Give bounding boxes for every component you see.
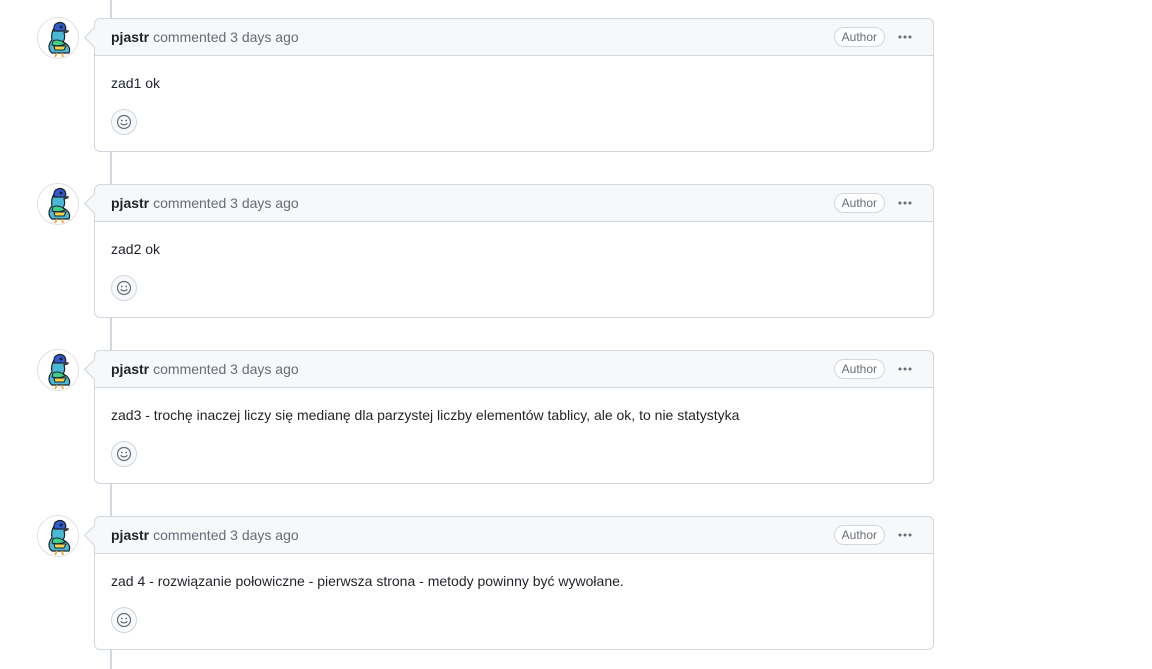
- timeline-comment: pjastr commented 3 days ago Author zad2 …: [0, 184, 1152, 318]
- add-reaction-button[interactable]: [111, 275, 137, 301]
- smiley-icon: [116, 280, 132, 296]
- pigeon-avatar-icon: [38, 184, 78, 224]
- comment-body: zad2 ok: [111, 241, 161, 257]
- comment-header: pjastr commented 3 days ago Author: [95, 185, 933, 222]
- avatar[interactable]: [38, 184, 78, 224]
- comment-timestamp[interactable]: commented 3 days ago: [153, 527, 299, 543]
- kebab-horizontal-icon: [898, 35, 912, 39]
- comment-card: pjastr commented 3 days ago Author zad 4…: [83, 516, 934, 650]
- comment-body: zad3 - trochę inaczej liczy się medianę …: [111, 407, 740, 423]
- smiley-icon: [116, 612, 132, 628]
- comment-timestamp[interactable]: commented 3 days ago: [153, 29, 299, 45]
- comment-card: pjastr commented 3 days ago Author zad2 …: [83, 184, 934, 318]
- comment-header: pjastr commented 3 days ago Author: [95, 351, 933, 388]
- timeline-comment: pjastr commented 3 days ago Author zad 4…: [0, 516, 1152, 650]
- smiley-icon: [116, 114, 132, 130]
- author-badge: Author: [833, 193, 885, 213]
- comment-timestamp[interactable]: commented 3 days ago: [153, 361, 299, 377]
- kebab-horizontal-icon: [898, 533, 912, 537]
- timeline-comment: pjastr commented 3 days ago Author zad3 …: [0, 350, 1152, 484]
- author-badge: Author: [833, 27, 885, 47]
- comment-author-link[interactable]: pjastr: [111, 29, 149, 45]
- pigeon-avatar-icon: [38, 350, 78, 390]
- comment-body: zad 4 - rozwiązanie połowiczne - pierwsz…: [111, 573, 624, 589]
- comment-timestamp[interactable]: commented 3 days ago: [153, 195, 299, 211]
- add-reaction-button[interactable]: [111, 441, 137, 467]
- comment-options-button[interactable]: [893, 358, 917, 380]
- comment-header: pjastr commented 3 days ago Author: [95, 517, 933, 554]
- avatar[interactable]: [38, 18, 78, 58]
- add-reaction-button[interactable]: [111, 607, 137, 633]
- kebab-horizontal-icon: [898, 201, 912, 205]
- comment-body: zad1 ok: [111, 75, 161, 91]
- comment-card: pjastr commented 3 days ago Author zad3 …: [83, 350, 934, 484]
- author-badge: Author: [833, 359, 885, 379]
- add-reaction-button[interactable]: [111, 109, 137, 135]
- pigeon-avatar-icon: [38, 516, 78, 556]
- pigeon-avatar-icon: [38, 18, 78, 58]
- kebab-horizontal-icon: [898, 367, 912, 371]
- comment-options-button[interactable]: [893, 26, 917, 48]
- smiley-icon: [116, 446, 132, 462]
- comment-card: pjastr commented 3 days ago Author zad1 …: [83, 18, 934, 152]
- comment-header: pjastr commented 3 days ago Author: [95, 19, 933, 56]
- comment-author-link[interactable]: pjastr: [111, 195, 149, 211]
- avatar[interactable]: [38, 516, 78, 556]
- timeline-comment: pjastr commented 3 days ago Author zad1 …: [0, 18, 1152, 152]
- comment-author-link[interactable]: pjastr: [111, 361, 149, 377]
- author-badge: Author: [833, 525, 885, 545]
- comment-options-button[interactable]: [893, 524, 917, 546]
- comment-options-button[interactable]: [893, 192, 917, 214]
- avatar[interactable]: [38, 350, 78, 390]
- issue-timeline: pjastr commented 3 days ago Author zad1 …: [0, 0, 1152, 669]
- comment-author-link[interactable]: pjastr: [111, 527, 149, 543]
